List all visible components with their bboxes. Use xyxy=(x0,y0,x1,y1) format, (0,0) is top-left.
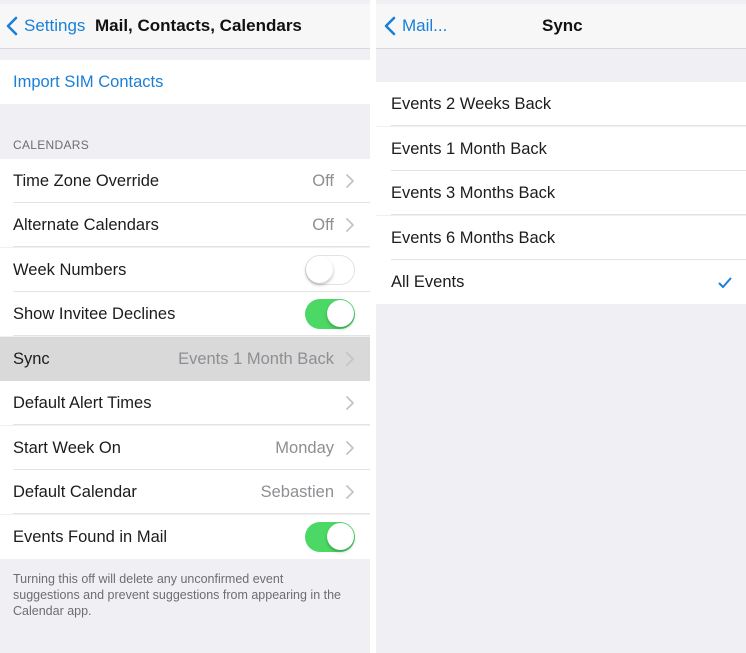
chevron-right-icon xyxy=(346,441,354,460)
row-alternate-calendars[interactable]: Alternate Calendars Off xyxy=(0,203,370,247)
option-label: All Events xyxy=(391,272,465,291)
nav-bar: Settings Mail, Contacts, Calendars xyxy=(0,4,370,49)
row-label: Default Calendar xyxy=(13,482,137,501)
row-week-numbers: Week Numbers xyxy=(0,248,370,292)
sync-option-events-3-months-back[interactable]: Events 3 Months Back xyxy=(376,171,746,215)
import-sim-contacts-button[interactable]: Import SIM Contacts xyxy=(0,60,370,104)
row-label: Events Found in Mail xyxy=(13,527,168,546)
toggle-switch[interactable] xyxy=(305,299,355,329)
row-value: Events 1 Month Back xyxy=(178,349,334,368)
nav-bar: Mail... Sync xyxy=(376,4,746,49)
row-start-week-on[interactable]: Start Week On Monday xyxy=(0,426,370,470)
sync-option-events-6-months-back[interactable]: Events 6 Months Back xyxy=(376,216,746,260)
import-sim-label: Import SIM Contacts xyxy=(13,72,164,91)
toggle-knob xyxy=(327,300,354,327)
chevron-right-icon xyxy=(346,218,354,237)
chevron-left-icon xyxy=(6,16,18,36)
settings-panel: Settings Mail, Contacts, Calendars Impor… xyxy=(0,0,370,653)
row-label: Sync xyxy=(13,349,50,368)
page-title: Sync xyxy=(542,16,583,35)
row-label: Alternate Calendars xyxy=(13,215,159,234)
option-label: Events 6 Months Back xyxy=(391,228,556,247)
checkmark-icon xyxy=(718,275,732,294)
divider xyxy=(391,214,746,215)
row-value: Off xyxy=(312,171,334,190)
option-label: Events 3 Months Back xyxy=(391,183,556,202)
row-sync[interactable]: Sync Events 1 Month Back xyxy=(0,337,370,381)
chevron-right-icon xyxy=(346,485,354,504)
sync-option-events-2-weeks-back[interactable]: Events 2 Weeks Back xyxy=(376,82,746,126)
row-label: Show Invitee Declines xyxy=(13,304,176,323)
chevron-left-icon xyxy=(384,16,396,36)
toggle-switch[interactable] xyxy=(305,522,355,552)
row-label: Week Numbers xyxy=(13,260,127,279)
divider xyxy=(391,125,746,126)
chevron-right-icon xyxy=(346,352,354,371)
chevron-right-icon xyxy=(346,174,354,193)
back-button-settings[interactable]: Settings xyxy=(6,4,85,48)
toggle-knob xyxy=(306,256,333,283)
chevron-right-icon xyxy=(346,396,354,415)
row-label: Time Zone Override xyxy=(13,171,160,190)
sync-option-events-1-month-back[interactable]: Events 1 Month Back xyxy=(376,127,746,171)
row-label: Start Week On xyxy=(13,438,121,457)
divider xyxy=(13,513,370,514)
events-found-footer-note: Turning this off will delete any unconfi… xyxy=(13,572,341,618)
row-default-alert-times[interactable]: Default Alert Times xyxy=(0,381,370,425)
back-label: Mail... xyxy=(402,16,448,35)
row-value: Sebastien xyxy=(260,482,334,501)
sync-option-all-events[interactable]: All Events xyxy=(376,260,746,304)
divider xyxy=(13,424,370,425)
divider xyxy=(13,335,370,336)
row-events-found-in-mail: Events Found in Mail xyxy=(0,515,370,559)
divider xyxy=(13,246,370,247)
sync-panel: Mail... Sync Events 2 Weeks Back Events 1… xyxy=(376,0,746,653)
row-value: Off xyxy=(312,215,334,234)
row-default-calendar[interactable]: Default Calendar Sebastien xyxy=(0,470,370,514)
back-label: Settings xyxy=(24,16,86,35)
page-title: Mail, Contacts, Calendars xyxy=(95,16,302,35)
row-value: Monday xyxy=(275,438,334,457)
toggle-knob xyxy=(327,523,354,550)
row-time-zone-override[interactable]: Time Zone Override Off xyxy=(0,159,370,203)
row-label: Default Alert Times xyxy=(13,393,152,412)
toggle-switch[interactable] xyxy=(305,255,355,285)
row-show-invitee-declines: Show Invitee Declines xyxy=(0,292,370,336)
section-header-calendars: CALENDARS xyxy=(13,138,90,152)
option-label: Events 2 Weeks Back xyxy=(391,94,552,113)
back-button-mail[interactable]: Mail... xyxy=(384,4,447,48)
option-label: Events 1 Month Back xyxy=(391,139,547,158)
